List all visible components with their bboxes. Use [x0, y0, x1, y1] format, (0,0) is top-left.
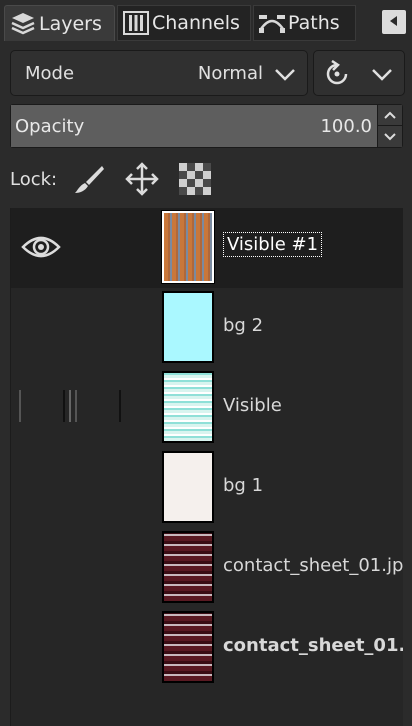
paths-icon	[258, 9, 286, 37]
opacity-slider[interactable]: Opacity 100.0	[10, 104, 403, 148]
mode-dropdown[interactable]: Mode Normal	[10, 50, 308, 96]
spin-up-icon[interactable]	[378, 105, 402, 126]
layer-name[interactable]: bg 2	[223, 315, 403, 336]
eye-icon[interactable]	[21, 232, 61, 262]
layer-thumbnail	[162, 291, 214, 363]
layer-row[interactable]: bg 1	[11, 448, 403, 528]
tab-channels[interactable]: Channels	[117, 5, 251, 41]
mode-label: Mode	[25, 63, 75, 84]
chevron-down-icon	[370, 63, 394, 90]
opacity-spinner[interactable]	[377, 105, 402, 147]
spin-down-icon[interactable]	[378, 126, 402, 147]
channels-icon	[122, 9, 150, 37]
dock-tabbar: Layers Channels Paths	[0, 0, 412, 44]
layer-thumbnail	[162, 371, 214, 443]
tab-label: Layers	[39, 12, 102, 35]
layer-thumbnail	[162, 531, 214, 603]
chain-link-icon[interactable]	[17, 386, 137, 426]
layer-thumbnail	[162, 211, 214, 283]
layer-list[interactable]: Visible #1 bg 2 Visible bg 1 contact_she…	[10, 208, 403, 726]
layers-icon	[9, 10, 37, 38]
layer-thumbnail	[162, 611, 214, 683]
opacity-value: 100.0	[320, 116, 372, 137]
lock-label: Lock:	[10, 169, 58, 190]
composite-mode-icon	[324, 59, 354, 93]
tab-label: Channels	[152, 12, 240, 34]
dock-menu-button[interactable]	[382, 10, 406, 34]
layer-name[interactable]: Visible	[223, 395, 403, 416]
layer-name[interactable]: contact_sheet_01.jpg	[223, 635, 403, 656]
chevron-down-icon	[273, 63, 297, 85]
layer-thumbnail	[162, 451, 214, 523]
layer-row[interactable]: contact_sheet_01.jpg	[11, 528, 403, 608]
dock-menu-triangle-icon	[387, 12, 401, 33]
move-lock-icon[interactable]	[125, 162, 159, 196]
mode-value: Normal	[197, 63, 263, 84]
layer-row[interactable]: bg 2	[11, 288, 403, 368]
tab-label: Paths	[288, 12, 340, 34]
layer-row[interactable]: Visible #1	[11, 208, 403, 288]
tab-paths[interactable]: Paths	[253, 5, 356, 41]
layer-name[interactable]: bg 1	[223, 475, 403, 496]
layer-row[interactable]: Visible	[11, 368, 403, 448]
layer-row[interactable]: contact_sheet_01.jpg	[11, 608, 403, 688]
layer-name[interactable]: Visible #1	[223, 232, 323, 257]
tab-layers[interactable]: Layers	[4, 5, 115, 41]
alpha-lock-icon[interactable]	[178, 162, 212, 196]
brush-lock-icon[interactable]	[72, 162, 106, 196]
opacity-label: Opacity	[15, 116, 85, 137]
layer-name[interactable]: contact_sheet_01.jpg	[223, 555, 403, 576]
composite-mode-dropdown[interactable]	[313, 50, 405, 96]
